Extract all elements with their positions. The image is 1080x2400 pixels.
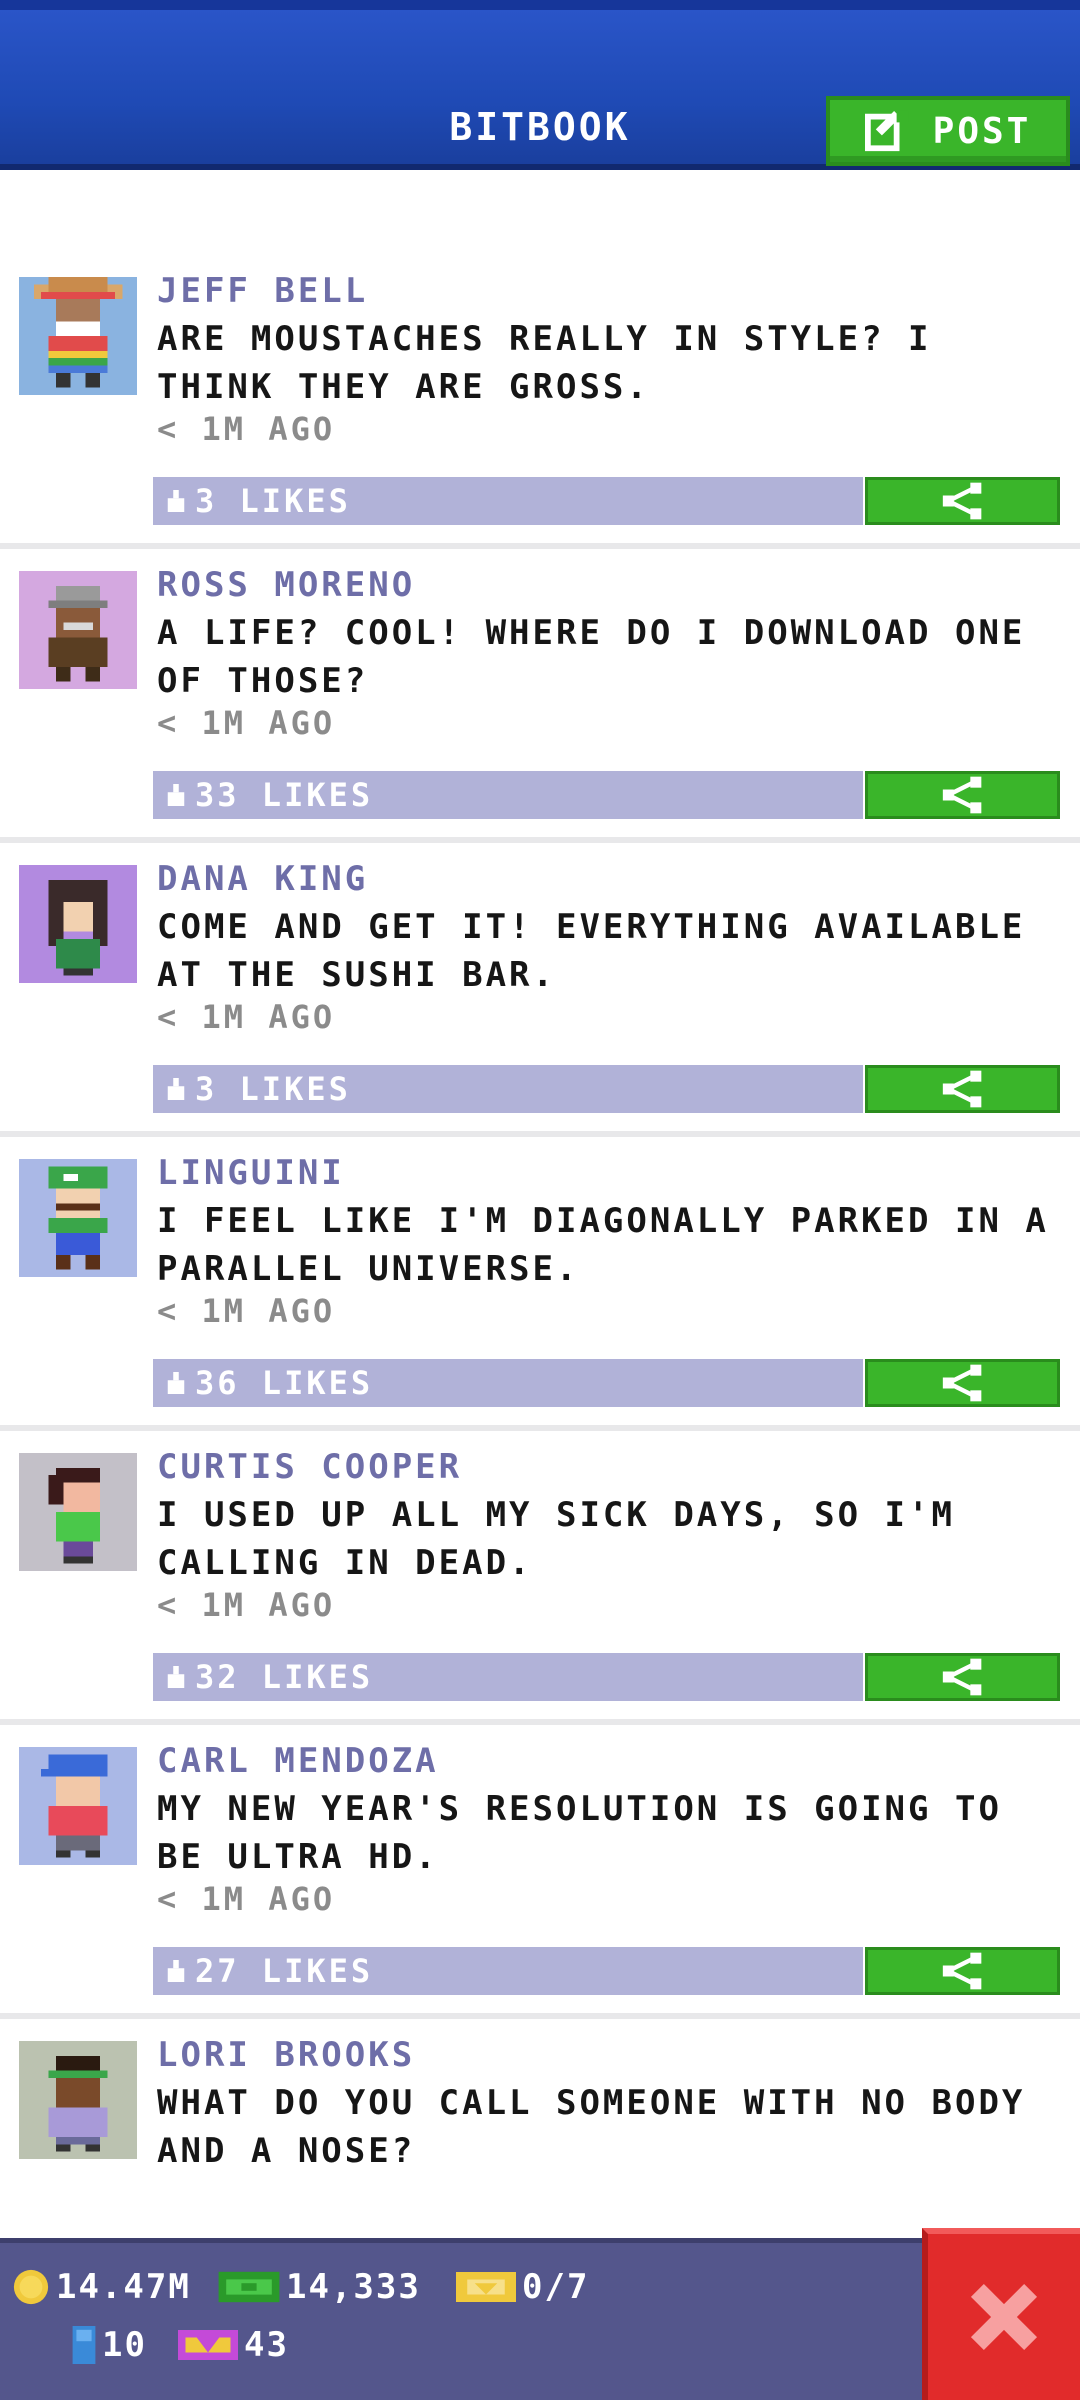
feed-post: LINGUINI I FEEL LIKE I'M DIAGONALLY PARK… [0,1137,1080,1431]
avatar[interactable] [19,865,137,983]
avatar[interactable] [19,1747,137,1865]
post-message: I FEEL LIKE I'M DIAGONALLY PARKED IN A P… [157,1201,1049,1289]
thumbs-up-icon [167,1372,185,1394]
coins-value: 14.47M [56,2267,191,2307]
share-icon [942,1658,981,1696]
bitizen-icon [72,2326,96,2364]
share-icon [942,482,981,520]
post-author[interactable]: LORI BROOKS [157,2035,415,2075]
avatar[interactable] [19,2041,137,2159]
vip-value: 43 [244,2325,289,2365]
thumbs-up-icon [167,490,185,512]
like-button[interactable]: 36 LIKES [153,1359,863,1407]
like-button[interactable]: 27 LIKES [153,1947,863,1995]
share-icon [942,776,981,814]
ticket-icon [456,2272,516,2302]
feed-post: CARL MENDOZA MY NEW YEAR'S RESOLUTION IS… [0,1725,1080,2019]
share-icon [942,1364,981,1402]
vip-ticket-icon [178,2330,238,2360]
close-x-icon [970,2283,1038,2351]
post-author[interactable]: CARL MENDOZA [157,1741,439,1781]
avatar[interactable] [19,1453,137,1571]
like-count: 3 LIKES [195,482,351,520]
feed-post: CURTIS COOPER I USED UP ALL MY SICK DAYS… [0,1431,1080,1725]
thumbs-up-icon [167,1078,185,1100]
share-button[interactable] [865,1065,1060,1113]
post-author[interactable]: JEFF BELL [157,271,368,311]
share-button[interactable] [865,1947,1060,1995]
bitbook-screen: BITBOOK POST JEFF BELL ARE MOUSTACHES RE… [0,0,1080,2400]
tickets-value: 0/7 [522,2267,590,2307]
post-actions: 32 LIKES [153,1653,1060,1701]
share-button[interactable] [865,771,1060,819]
feed-post: DANA KING COME AND GET IT! EVERYTHING AV… [0,843,1080,1137]
bitizens-stat: 10 [72,2325,147,2365]
post-button-label: POST [932,110,1032,152]
post-feed[interactable]: JEFF BELL ARE MOUSTACHES REALLY IN STYLE… [0,255,1080,2313]
share-icon [942,1070,981,1108]
post-time: < 1M AGO [157,1880,336,1918]
post-author[interactable]: DANA KING [157,859,368,899]
like-count: 36 LIKES [195,1364,374,1402]
post-button[interactable]: POST [826,96,1070,166]
bux-stat: 14,333 [218,2267,421,2307]
like-count: 32 LIKES [195,1658,374,1696]
like-count: 3 LIKES [195,1070,351,1108]
like-button[interactable]: 3 LIKES [153,477,863,525]
avatar[interactable] [19,1159,137,1277]
share-button[interactable] [865,1653,1060,1701]
post-author[interactable]: LINGUINI [157,1153,345,1193]
bux-icon [218,2271,280,2303]
compose-icon [864,110,908,152]
share-icon [942,1952,981,1990]
like-button[interactable]: 33 LIKES [153,771,863,819]
post-message: A LIFE? COOL! WHERE DO I DOWNLOAD ONE OF… [157,613,1026,701]
post-time: < 1M AGO [157,1586,336,1624]
resource-bar: 14.47M 14,333 0/7 10 43 [0,2238,1080,2400]
avatar[interactable] [19,571,137,689]
coin-icon [13,2269,49,2305]
post-message: WHAT DO YOU CALL SOMEONE WITH NO BODY AN… [157,2083,1026,2171]
post-actions: 33 LIKES [153,771,1060,819]
post-time: < 1M AGO [157,410,336,448]
post-actions: 36 LIKES [153,1359,1060,1407]
post-time: < 1M AGO [157,1292,336,1330]
post-message: ARE MOUSTACHES REALLY IN STYLE? I THINK … [157,319,932,407]
post-author[interactable]: CURTIS COOPER [157,1447,462,1487]
like-count: 27 LIKES [195,1952,374,1990]
post-actions: 3 LIKES [153,477,1060,525]
feed-post: JEFF BELL ARE MOUSTACHES REALLY IN STYLE… [0,255,1080,549]
post-time: < 1M AGO [157,998,336,1036]
thumbs-up-icon [167,784,185,806]
like-button[interactable]: 32 LIKES [153,1653,863,1701]
avatar[interactable] [19,277,137,395]
thumbs-up-icon [167,1666,185,1688]
post-actions: 27 LIKES [153,1947,1060,1995]
post-actions: 3 LIKES [153,1065,1060,1113]
close-button[interactable] [922,2228,1080,2400]
vip-stat: 43 [178,2325,289,2365]
top-bar: BITBOOK POST [0,0,1080,170]
like-count: 33 LIKES [195,776,374,814]
post-message: I USED UP ALL MY SICK DAYS, SO I'M CALLI… [157,1495,955,1583]
bitizens-value: 10 [102,2325,147,2365]
feed-post: ROSS MORENO A LIFE? COOL! WHERE DO I DOW… [0,549,1080,843]
post-author[interactable]: ROSS MORENO [157,565,415,605]
thumbs-up-icon [167,1960,185,1982]
post-message: MY NEW YEAR'S RESOLUTION IS GOING TO BE … [157,1789,1002,1877]
coins-stat: 14.47M [12,2267,191,2307]
post-time: < 1M AGO [157,704,336,742]
share-button[interactable] [865,1359,1060,1407]
like-button[interactable]: 3 LIKES [153,1065,863,1113]
bux-value: 14,333 [286,2267,421,2307]
tickets-stat: 0/7 [456,2267,589,2307]
share-button[interactable] [865,477,1060,525]
post-message: COME AND GET IT! EVERYTHING AVAILABLE AT… [157,907,1026,995]
